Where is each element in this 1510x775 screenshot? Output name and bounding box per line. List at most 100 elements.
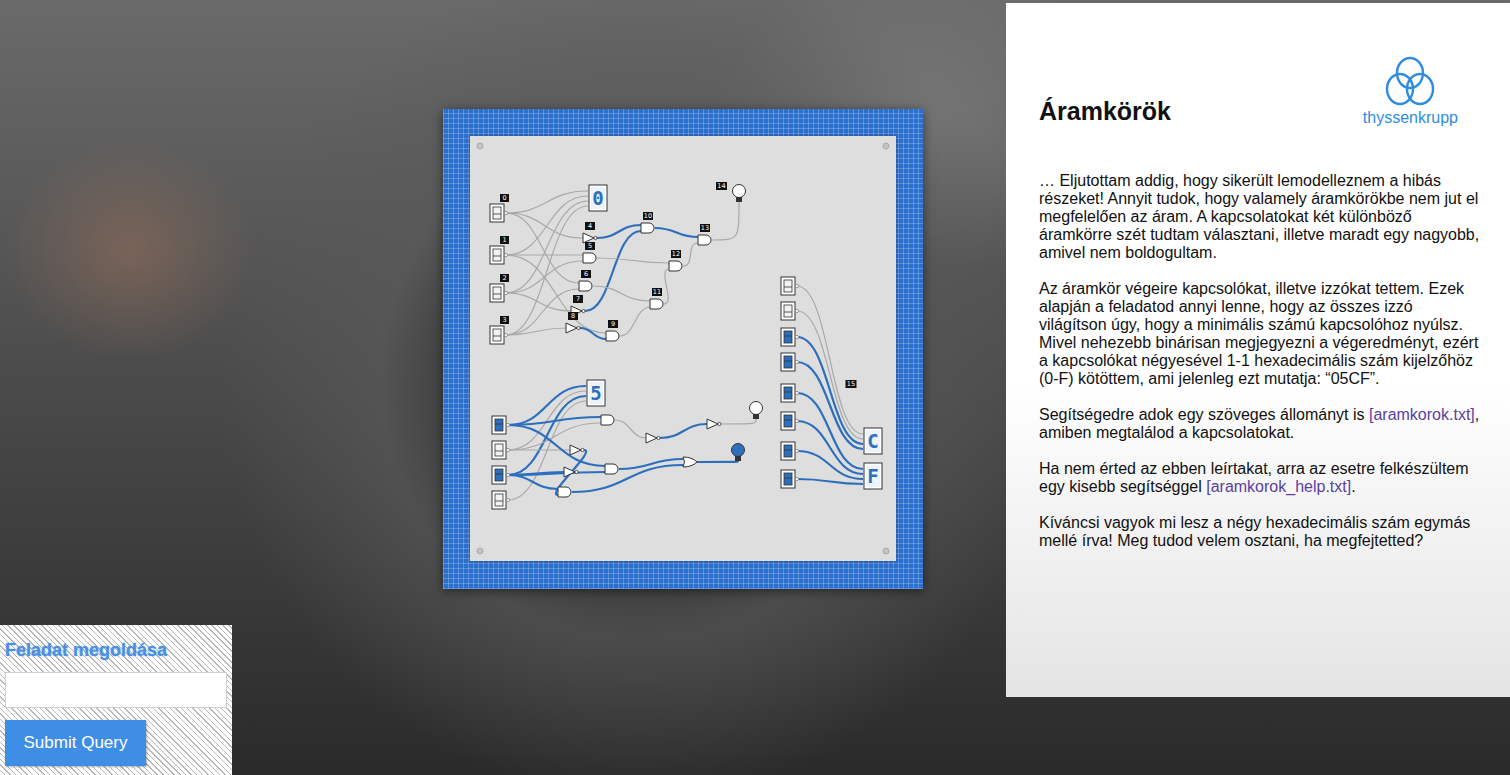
wire [508,475,558,489]
switch[interactable]: 3 [490,316,509,344]
svg-text:11: 11 [653,288,661,296]
logic-gate [601,415,614,425]
wire [721,419,756,424]
wire [664,269,669,304]
switch[interactable] [781,328,799,346]
switch[interactable] [781,384,799,402]
switch[interactable] [781,353,799,371]
wire [797,362,863,449]
wire [697,461,738,462]
hex-display: 0 [589,185,607,211]
screw-icon [883,143,889,149]
screw-icon [883,548,889,554]
switch-label [500,194,509,202]
switch[interactable]: 0 [490,194,509,222]
thyssenkrupp-logo: thyssenkrupp [1363,56,1458,128]
wire [712,202,739,240]
svg-text:4: 4 [588,222,592,230]
page-background: 0123045678910111213145CF15Feladat megold… [0,0,1510,775]
bulb-label [716,182,727,190]
hex-display: C [864,428,882,454]
wire [508,425,605,466]
logic-gate [683,457,697,467]
logic-gate: 6 [579,270,592,291]
wire [797,311,863,439]
switch[interactable] [492,441,510,459]
screw-icon [477,143,483,149]
wire [797,337,863,444]
logic-gate: 11 [650,288,663,309]
wire [797,451,863,479]
svg-text:1: 1 [502,236,506,244]
switch[interactable] [781,412,799,430]
switch[interactable] [781,302,799,320]
wire [593,286,650,301]
wire [506,213,579,283]
svg-text:3: 3 [502,316,506,324]
switch[interactable] [781,277,799,295]
bulb-icon [732,444,745,462]
paragraph: Kíváncsi vagyok mi lesz a négy hexadecim… [1039,514,1480,550]
circuit-diagram: 0123045678910111213145CF15 [470,136,896,561]
switch[interactable] [492,416,510,434]
paragraph: Segítségedre adok egy szöveges állományt… [1039,406,1480,442]
logic-gate: 10 [641,212,654,233]
hex-display: F [864,463,882,489]
logic-gate [564,467,578,477]
svg-text:12: 12 [672,250,680,258]
wire [506,213,583,238]
logo-icon [1382,56,1438,108]
wire [797,479,863,484]
form-title: Feladat megoldása [5,639,227,661]
svg-text:14: 14 [717,182,725,190]
paragraph: Az áramkör végeire kapcsolókat, illetve … [1039,280,1480,388]
wire [660,424,707,438]
svg-text:13: 13 [701,224,709,232]
wire [619,459,683,469]
gate-label [573,295,583,303]
logic-gate [605,464,618,474]
svg-text:5: 5 [588,242,592,250]
wire [506,289,579,335]
logic-gate: 5 [583,242,596,263]
wire [508,396,586,475]
logo-text: thyssenkrupp [1363,108,1458,128]
wire [620,307,650,336]
svg-text:15: 15 [847,380,855,388]
gate-label [643,212,653,220]
circuit-board-frame: 0123045678910111213145CF15 [443,109,923,589]
switch[interactable] [492,466,510,484]
file-link[interactable]: [aramkorok_help.txt] [1206,478,1351,495]
gate-label [671,250,681,258]
svg-text:5: 5 [590,382,601,404]
hex-display: 5 [587,380,605,406]
wire [597,258,669,263]
wire [797,393,863,469]
svg-text:0: 0 [592,187,603,209]
gate-label [568,312,578,320]
switch[interactable] [781,470,799,488]
submit-button[interactable]: Submit Query [5,720,146,766]
screw-icon [477,548,483,554]
wire [506,191,588,213]
switch-label [500,236,509,244]
logic-gate [570,445,584,455]
wire [508,472,605,475]
switch[interactable]: 2 [490,274,509,302]
gate-label [608,320,618,328]
switch[interactable]: 1 [490,236,509,264]
answer-input[interactable] [5,672,227,708]
bulb-icon: 14 [716,182,746,202]
panel-title: Áramkörök [1039,96,1171,126]
gate-label [585,242,595,250]
solution-form: Feladat megoldása Submit Query [0,625,232,775]
paragraph: Ha nem érted az ebben leírtakat, arra az… [1039,460,1480,496]
switch[interactable] [492,491,510,509]
svg-text:F: F [867,465,878,487]
paragraph: … Eljutottam addig, hogy sikerült lemode… [1039,172,1480,262]
file-link[interactable]: [aramkorok.txt] [1369,406,1475,423]
wire [506,254,583,255]
task-panel: Áramkörök thyssenkrupp … Eljutottam addig,… [1006,3,1510,697]
switch[interactable] [781,442,799,460]
wire [508,401,586,500]
